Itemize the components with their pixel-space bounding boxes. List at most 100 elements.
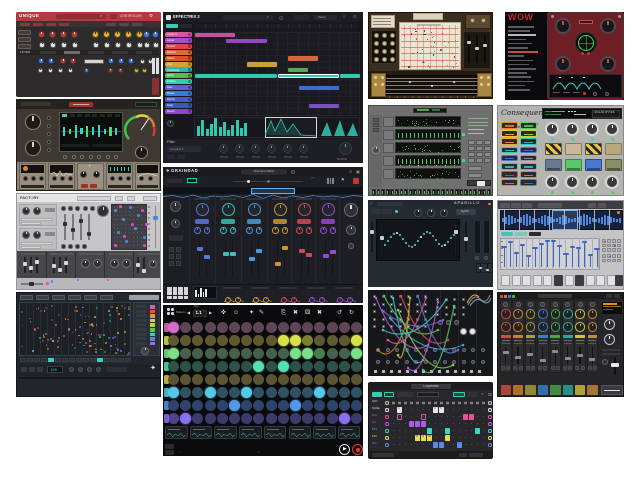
- matrix-point[interactable]: [121, 228, 122, 229]
- sync-led[interactable]: [583, 92, 586, 95]
- record-pad[interactable]: [173, 296, 178, 300]
- track-mute-button[interactable]: [188, 74, 192, 78]
- section-tab-active[interactable]: [64, 51, 80, 54]
- step-dot[interactable]: [411, 430, 412, 431]
- matrix-point[interactable]: [137, 211, 138, 212]
- fx-track-pill[interactable]: Looper X: [165, 32, 192, 37]
- lfo-knob[interactable]: [68, 68, 73, 73]
- step-cell-active[interactable]: [445, 428, 450, 434]
- status-led[interactable]: [395, 210, 398, 213]
- step-dot[interactable]: [423, 409, 424, 410]
- step-circle[interactable]: [229, 374, 240, 385]
- grain-mode-pill[interactable]: [273, 219, 287, 224]
- preset-row[interactable]: [508, 43, 532, 45]
- step-dot[interactable]: [429, 423, 430, 424]
- step-dot[interactable]: [417, 430, 418, 431]
- lfo-knob[interactable]: [58, 68, 63, 73]
- lfo-knob[interactable]: [38, 68, 43, 73]
- header-button[interactable]: [606, 294, 612, 298]
- sync-button[interactable]: [453, 392, 465, 397]
- amp-knob[interactable]: [118, 68, 123, 73]
- next-step-icon[interactable]: ▶: [209, 311, 212, 315]
- panel-knob[interactable]: [374, 41, 379, 46]
- sample-slot[interactable]: [313, 426, 336, 439]
- param-row[interactable]: [136, 305, 146, 308]
- osc-knob[interactable]: [60, 31, 67, 38]
- step-dot[interactable]: [459, 430, 460, 431]
- side-slider[interactable]: [370, 230, 374, 234]
- drum-pad[interactable]: [525, 385, 536, 395]
- preset-row[interactable]: [508, 55, 524, 57]
- step-circle[interactable]: [327, 374, 338, 385]
- matrix-point[interactable]: [114, 241, 115, 242]
- matrix-point[interactable]: [137, 232, 138, 233]
- panel-button[interactable]: [468, 140, 475, 145]
- pin-slider[interactable]: [204, 255, 210, 259]
- pitch-pin[interactable]: [508, 241, 513, 243]
- tune-knob[interactable]: [516, 302, 521, 307]
- step-dot[interactable]: [459, 409, 460, 410]
- fx-track-pill[interactable]: Stretch: [165, 56, 192, 61]
- matrix-point[interactable]: [137, 228, 138, 229]
- step-cell[interactable]: [111, 358, 117, 362]
- step-pad[interactable]: [533, 275, 542, 286]
- wave-step-cell[interactable]: [439, 400, 444, 406]
- output-knob[interactable]: [344, 203, 358, 217]
- step-circle[interactable]: [351, 335, 362, 346]
- bottom-knob[interactable]: [565, 175, 579, 189]
- morph-slider[interactable]: [153, 216, 158, 220]
- matrix-point[interactable]: [117, 224, 118, 225]
- mode-button[interactable]: [384, 392, 394, 397]
- step-circle[interactable]: [327, 400, 338, 411]
- fx-track-pill[interactable]: Stutter: [165, 73, 192, 78]
- step-circle[interactable]: [339, 322, 350, 333]
- mode-pill[interactable]: [515, 232, 527, 236]
- mod-knob[interactable]: [103, 31, 110, 38]
- fx-track-pill[interactable]: Filter: [165, 85, 192, 90]
- step-circle[interactable]: [290, 374, 301, 385]
- routing-pad[interactable]: [176, 254, 181, 259]
- step-circle[interactable]: [351, 400, 362, 411]
- step-pad-active[interactable]: [575, 275, 584, 286]
- header-button[interactable]: [511, 203, 521, 208]
- step-dot[interactable]: [435, 423, 436, 424]
- header-button[interactable]: [522, 203, 532, 208]
- step-circle[interactable]: [351, 322, 362, 333]
- tuning-peg[interactable]: [487, 83, 490, 86]
- step-circle[interactable]: [266, 348, 277, 359]
- rail-button[interactable]: [373, 123, 379, 127]
- env-slider[interactable]: [23, 262, 27, 266]
- osc-dropdown[interactable]: [21, 222, 41, 225]
- fx-track-pill[interactable]: Reverse: [165, 50, 192, 55]
- redo-icon[interactable]: ↻: [349, 310, 354, 316]
- record-pad[interactable]: [173, 291, 178, 295]
- seq-block[interactable]: [309, 104, 339, 108]
- note-dot[interactable]: [42, 340, 44, 342]
- step-circle[interactable]: [229, 400, 240, 411]
- matrix-point[interactable]: [137, 224, 138, 225]
- wave-step-cell[interactable]: [415, 400, 420, 406]
- pitch-pin[interactable]: [563, 253, 568, 255]
- filter-type-knob[interactable]: [600, 18, 616, 34]
- pitch-pin[interactable]: [570, 246, 575, 248]
- step-circle[interactable]: [314, 361, 325, 372]
- step-cell-active[interactable]: [475, 428, 480, 434]
- step-circle[interactable]: [253, 322, 264, 333]
- record-pad[interactable]: [167, 291, 172, 295]
- step-circle[interactable]: [253, 335, 264, 346]
- pitch-pin[interactable]: [594, 248, 599, 250]
- step-circle[interactable]: [192, 413, 203, 424]
- step-circle[interactable]: [253, 413, 264, 424]
- record-pad[interactable]: [178, 291, 183, 295]
- panel-knob[interactable]: [390, 57, 395, 62]
- matrix-point[interactable]: [117, 215, 118, 216]
- sound-knob[interactable]: [501, 309, 511, 319]
- row-display[interactable]: [395, 116, 461, 127]
- send-knob[interactable]: [563, 366, 567, 370]
- panel-button[interactable]: [468, 158, 475, 163]
- sample-slot[interactable]: [239, 426, 262, 439]
- trim-knob[interactable]: [47, 116, 51, 120]
- step-circle[interactable]: [339, 374, 350, 385]
- meter-knob[interactable]: [484, 256, 488, 260]
- pitch-pin[interactable]: [582, 241, 587, 243]
